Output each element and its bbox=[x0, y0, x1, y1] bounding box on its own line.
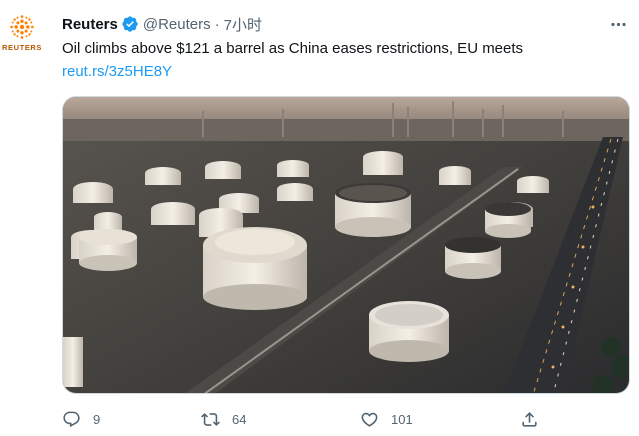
like-button[interactable]: 101 bbox=[360, 406, 413, 432]
verified-badge-icon bbox=[122, 16, 138, 32]
tweet-media[interactable] bbox=[62, 96, 630, 394]
retweet-icon bbox=[201, 412, 220, 426]
share-button[interactable] bbox=[520, 406, 539, 432]
tweet-actions: 9 64 101 bbox=[62, 406, 622, 432]
avatar-wordmark: REUTERS bbox=[2, 43, 43, 52]
like-icon bbox=[361, 412, 378, 427]
like-count: 101 bbox=[391, 411, 413, 427]
share-icon bbox=[522, 411, 537, 427]
more-icon bbox=[610, 22, 626, 26]
more-button[interactable] bbox=[606, 12, 630, 36]
retweet-button[interactable]: 64 bbox=[201, 406, 246, 432]
reply-button[interactable]: 9 bbox=[62, 406, 100, 432]
tweet-timestamp[interactable]: 7小时 bbox=[224, 14, 262, 35]
tweet-text: Oil climbs above $121 a barrel as China … bbox=[62, 40, 524, 57]
retweet-count: 64 bbox=[232, 411, 247, 427]
oil-refinery-photo bbox=[63, 97, 629, 393]
display-name[interactable]: Reuters bbox=[62, 16, 118, 33]
tweet: REUTERS Reuters @Reuters · 7小时 Oil climb… bbox=[0, 0, 639, 436]
user-handle[interactable]: @Reuters bbox=[143, 16, 211, 33]
avatar[interactable]: REUTERS bbox=[2, 14, 42, 60]
reply-icon bbox=[63, 411, 80, 427]
reuters-logo-icon bbox=[10, 15, 34, 39]
reply-count: 9 bbox=[93, 411, 101, 427]
tweet-header: Reuters @Reuters · 7小时 bbox=[62, 14, 262, 34]
header-separator: · bbox=[214, 15, 220, 33]
tweet-link[interactable]: reut.rs/3z5HE8Y bbox=[62, 62, 172, 82]
